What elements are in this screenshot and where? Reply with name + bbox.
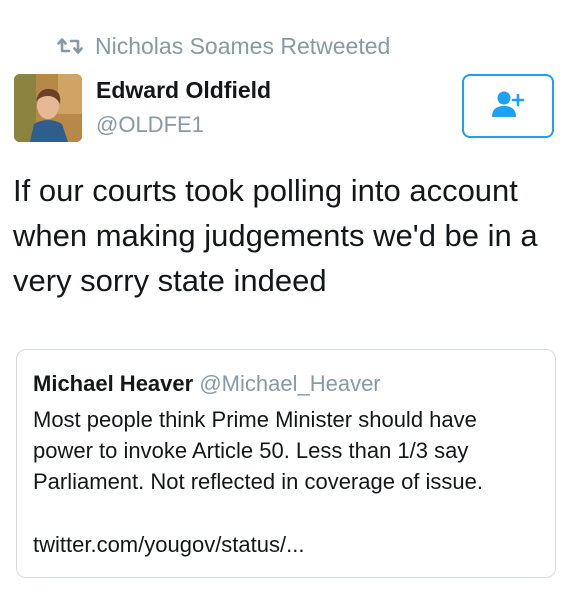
author-name[interactable]: Edward Oldfield	[96, 77, 271, 104]
retweet-context: Nicholas Soames Retweeted	[57, 30, 390, 62]
avatar[interactable]	[14, 74, 82, 142]
quoted-tweet[interactable]: Michael Heaver @Michael_Heaver Most peop…	[16, 349, 556, 578]
quoted-author-handle: @Michael_Heaver	[199, 371, 381, 396]
quoted-tweet-link[interactable]: twitter.com/yougov/status/...	[33, 532, 304, 558]
tweet-text: If our courts took polling into account …	[13, 173, 538, 298]
add-user-icon	[491, 90, 525, 123]
follow-button[interactable]	[462, 74, 554, 138]
quoted-author-name: Michael Heaver	[33, 371, 194, 396]
quoted-tweet-text: Most people think Prime Minister should …	[33, 407, 484, 494]
author-handle[interactable]: @OLDFE1	[96, 112, 204, 138]
retweet-label[interactable]: Nicholas Soames Retweeted	[95, 33, 390, 60]
retweet-icon	[57, 36, 83, 56]
quoted-tweet-header: Michael Heaver @Michael_Heaver	[33, 371, 381, 397]
